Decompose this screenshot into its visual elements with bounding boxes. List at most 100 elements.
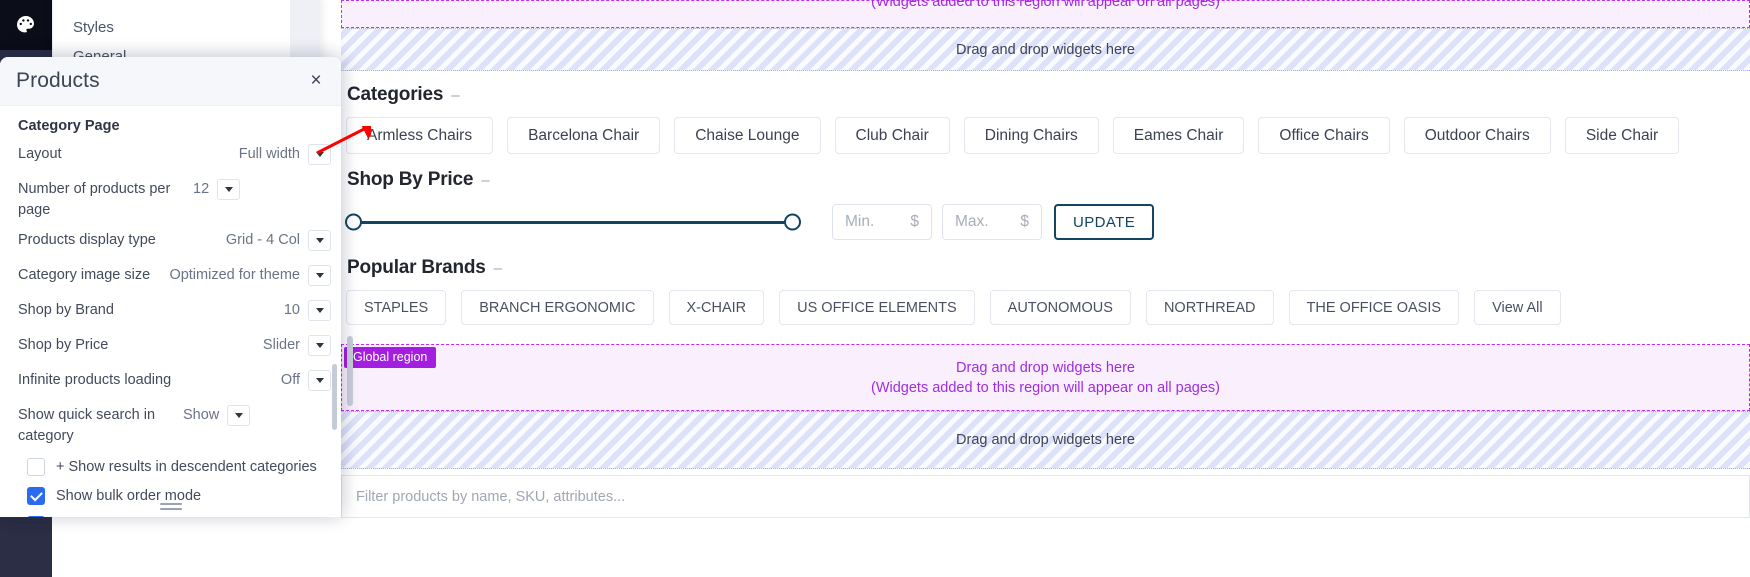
products-per-page-dropdown[interactable] xyxy=(217,179,241,200)
option-label: Number of products per page xyxy=(18,181,171,218)
brand-chip[interactable]: BRANCH ERGONOMIC xyxy=(461,290,654,325)
bulk-order-mode-checkbox[interactable] xyxy=(27,487,45,505)
category-chip[interactable]: Barcelona Chair xyxy=(507,117,661,154)
global-region-top[interactable]: (Widgets added to this region will appea… xyxy=(341,0,1750,28)
category-page-section-label: Category Page xyxy=(18,118,120,134)
option-value: Optimized for theme xyxy=(169,267,300,283)
shop-by-brand-dropdown[interactable] xyxy=(308,300,331,321)
panel-resize-grip[interactable] xyxy=(159,503,182,512)
collapse-dash-icon: – xyxy=(451,87,460,104)
option-value: 12 xyxy=(193,181,210,197)
screenshot-root: Styles › General › (Widgets added to thi… xyxy=(0,0,1750,577)
option-row-shop-by-price: Shop by Price Slider xyxy=(18,335,331,360)
checkbox-row-category-image: Show category image xyxy=(18,516,331,517)
brand-chip[interactable]: NORTHREAD xyxy=(1145,290,1274,325)
collapse-dash-icon: – xyxy=(493,260,503,277)
global-region-bottom-line1: Drag and drop widgets here xyxy=(956,359,1135,376)
category-image-checkbox[interactable] xyxy=(27,516,45,517)
shop-by-price-dropdown[interactable] xyxy=(308,335,331,356)
builder-menu-label: Styles xyxy=(73,19,114,36)
shop-by-price-block: Shop By Price – Min. $ Max. $ UPDATE xyxy=(341,154,1750,240)
category-chip[interactable]: Armless Chairs xyxy=(346,117,494,154)
price-filter-row: Min. $ Max. $ UPDATE xyxy=(345,204,1750,240)
chevron-down-icon xyxy=(315,152,324,157)
option-row-products-per-page: Number of products per page 12 xyxy=(18,179,331,221)
panel-body: Category Page Layout Full width Number o… xyxy=(0,106,341,517)
stage-scrollbar[interactable] xyxy=(347,336,353,406)
close-icon[interactable]: × xyxy=(305,70,327,92)
categories-block: Categories – Armless Chairs Barcelona Ch… xyxy=(341,71,1750,154)
slider-min-handle[interactable] xyxy=(345,213,362,231)
option-row-layout: Layout Full width xyxy=(18,144,331,169)
descendent-categories-checkbox[interactable] xyxy=(27,458,45,476)
chevron-down-icon xyxy=(315,308,324,313)
categories-chip-row: Armless Chairs Barcelona Chair Chaise Lo… xyxy=(345,117,1750,154)
option-value: Off xyxy=(280,372,300,388)
brand-chip[interactable]: X-CHAIR xyxy=(668,290,765,325)
shop-by-price-title: Shop By Price xyxy=(347,169,474,190)
slider-max-handle[interactable] xyxy=(784,213,801,231)
option-label: Products display type xyxy=(18,232,156,248)
theme-editor-button[interactable] xyxy=(0,0,52,50)
option-label: Show quick search in category xyxy=(18,407,156,444)
brand-chip[interactable]: US OFFICE ELEMENTS xyxy=(779,290,975,325)
drop-region-bottom[interactable]: Drag and drop widgets here xyxy=(341,411,1750,469)
max-price-input[interactable]: Max. $ xyxy=(942,204,1042,240)
slider-track xyxy=(353,220,793,224)
currency-symbol: $ xyxy=(1020,213,1029,230)
chevron-down-icon xyxy=(315,378,324,383)
category-image-size-dropdown[interactable] xyxy=(308,265,331,286)
checkbox-label: Show bulk order mode xyxy=(56,488,202,504)
categories-title: Categories xyxy=(347,84,444,105)
products-settings-panel: Products × Category Page Layout Full wid… xyxy=(0,57,341,517)
option-value: Grid - 4 Col xyxy=(225,232,300,248)
product-filter-placeholder: Filter products by name, SKU, attributes… xyxy=(356,488,626,505)
checkbox-row-descendent-categories: + Show results in descendent categories xyxy=(18,458,331,476)
global-region-top-note: (Widgets added to this region will appea… xyxy=(870,0,1220,10)
brand-view-all-chip[interactable]: View All xyxy=(1474,290,1561,325)
checkbox-label: + Show results in descendent categories xyxy=(56,459,317,475)
product-filter-input[interactable]: Filter products by name, SKU, attributes… xyxy=(341,475,1750,518)
categories-heading: Categories – xyxy=(345,84,1750,106)
display-type-dropdown[interactable] xyxy=(308,230,331,251)
category-chip[interactable]: Dining Chairs xyxy=(963,117,1099,154)
currency-symbol: $ xyxy=(910,213,919,230)
quick-search-dropdown[interactable] xyxy=(227,405,251,426)
chevron-down-icon xyxy=(315,273,324,278)
drop-region-top[interactable]: Drag and drop widgets here xyxy=(341,28,1750,71)
category-chip[interactable]: Side Chair xyxy=(1564,117,1680,154)
infinite-loading-dropdown[interactable] xyxy=(308,370,331,391)
option-row-shop-by-brand: Shop by Brand 10 xyxy=(18,300,331,325)
builder-menu-item-styles[interactable]: Styles › xyxy=(53,13,319,42)
option-row-quick-search: Show quick search in category Show xyxy=(18,405,331,447)
option-value: Full width xyxy=(238,146,300,162)
category-chip[interactable]: Outdoor Chairs xyxy=(1403,117,1551,154)
global-region-badge: Global region xyxy=(344,347,437,368)
panel-scrollbar[interactable] xyxy=(332,364,337,430)
preview-stage: (Widgets added to this region will appea… xyxy=(341,0,1750,577)
option-row-infinite-loading: Infinite products loading Off xyxy=(18,370,331,395)
palette-icon xyxy=(17,16,34,33)
chevron-down-icon xyxy=(315,343,324,348)
popular-brands-title: Popular Brands xyxy=(347,257,486,278)
option-label: Layout xyxy=(18,146,62,162)
brand-chip[interactable]: THE OFFICE OASIS xyxy=(1288,290,1460,325)
update-price-button[interactable]: UPDATE xyxy=(1054,204,1155,240)
option-value: Slider xyxy=(262,337,300,353)
price-range-slider[interactable] xyxy=(345,210,801,234)
brand-chip[interactable]: AUTONOMOUS xyxy=(989,290,1131,325)
brand-chip[interactable]: STAPLES xyxy=(346,290,447,325)
min-price-input[interactable]: Min. $ xyxy=(832,204,932,240)
category-chip[interactable]: Office Chairs xyxy=(1258,117,1390,154)
category-chip[interactable]: Chaise Lounge xyxy=(674,117,821,154)
category-chip[interactable]: Eames Chair xyxy=(1112,117,1245,154)
option-label: Shop by Brand xyxy=(18,302,114,318)
option-value: 10 xyxy=(283,302,300,318)
drop-region-top-text: Drag and drop widgets here xyxy=(956,41,1135,58)
option-row-category-image-size: Category image size Optimized for theme xyxy=(18,265,331,290)
global-region-bottom[interactable]: Global region Drag and drop widgets here… xyxy=(341,344,1750,411)
option-row-display-type: Products display type Grid - 4 Col xyxy=(18,230,331,255)
category-chip[interactable]: Club Chair xyxy=(834,117,950,154)
option-label: Infinite products loading xyxy=(18,372,172,388)
layout-dropdown[interactable] xyxy=(308,144,331,165)
